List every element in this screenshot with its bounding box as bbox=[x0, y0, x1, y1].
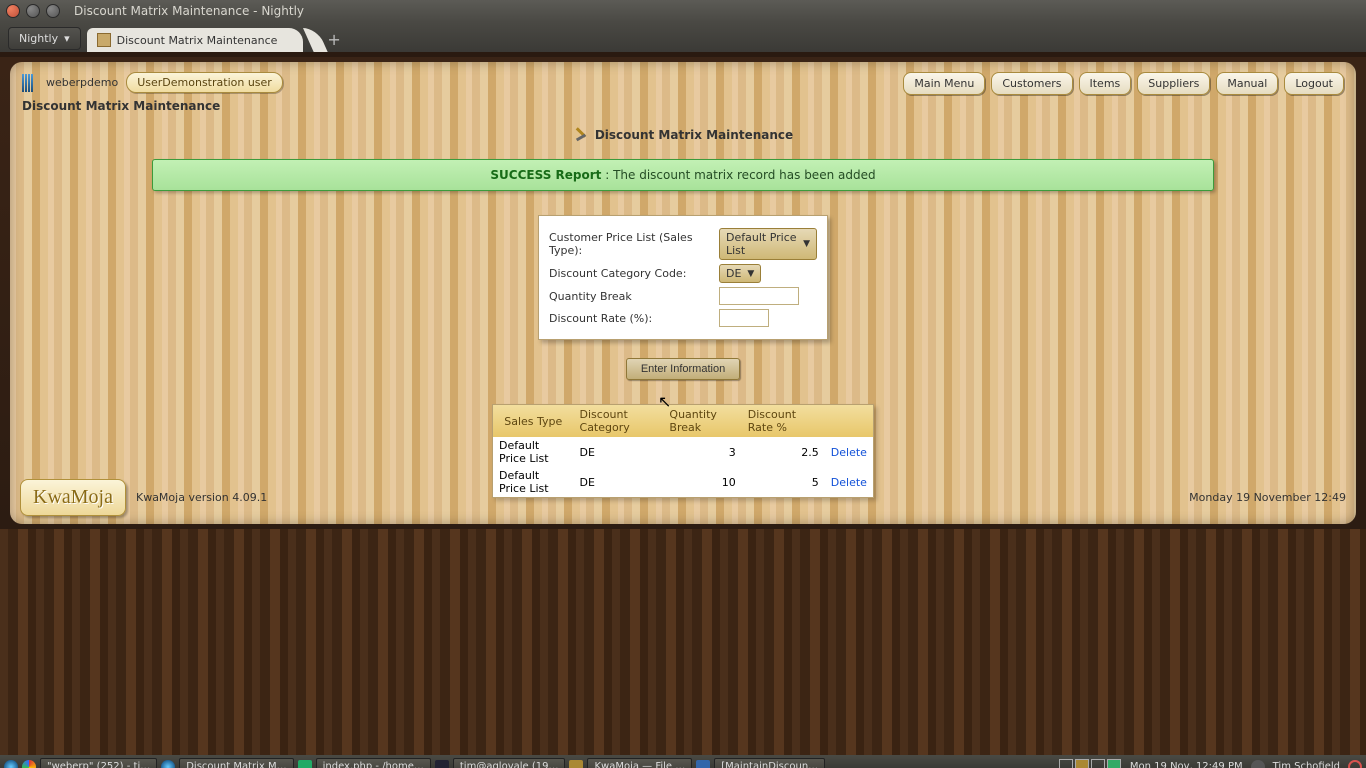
nav-customers[interactable]: Customers bbox=[991, 72, 1072, 95]
submit-button[interactable]: Enter Information bbox=[626, 358, 740, 380]
select-discount-category-value: DE bbox=[726, 267, 741, 280]
browser-menu-label: Nightly bbox=[19, 32, 58, 45]
window-maximize-icon[interactable] bbox=[46, 4, 60, 18]
tab-title: Discount Matrix Maintenance bbox=[117, 34, 278, 47]
nav-logout[interactable]: Logout bbox=[1284, 72, 1344, 95]
tools-icon bbox=[573, 127, 589, 143]
power-icon[interactable] bbox=[1348, 760, 1362, 768]
nav-buttons: Main Menu Customers Items Suppliers Manu… bbox=[903, 72, 1344, 95]
select-sales-type[interactable]: Default Price List ▼ bbox=[719, 228, 817, 260]
input-discount-rate[interactable] bbox=[719, 309, 769, 327]
browser-tabstrip: Nightly ▾ Discount Matrix Maintenance + bbox=[0, 22, 1366, 52]
nav-items[interactable]: Items bbox=[1079, 72, 1132, 95]
th-discount-category: Discount Category bbox=[574, 405, 664, 437]
app-container: weberpdemo UserDemonstration user Main M… bbox=[10, 62, 1356, 524]
kwamoja-logo[interactable]: KwaMoja bbox=[20, 479, 126, 516]
table-row: Default Price List DE 3 2.5 Delete bbox=[493, 437, 873, 467]
task-label: index.php - /home… bbox=[323, 761, 424, 768]
cell-sales-type: Default Price List bbox=[493, 437, 574, 467]
panel-clock[interactable]: Mon 19 Nov, 12:49 PM bbox=[1130, 761, 1243, 768]
success-message: SUCCESS Report : The discount matrix rec… bbox=[152, 159, 1214, 191]
task-label: "weberp" (252) - ti… bbox=[47, 761, 150, 768]
show-desktop-icon[interactable] bbox=[4, 760, 18, 768]
user-name: Demonstration user bbox=[162, 76, 272, 89]
task-button[interactable]: Discount Matrix M… bbox=[179, 758, 293, 768]
task-label: Discount Matrix M… bbox=[186, 761, 286, 768]
label-sales-type: Customer Price List (Sales Type): bbox=[549, 231, 719, 257]
chevron-down-icon: ▼ bbox=[803, 239, 810, 249]
task-button[interactable]: KwaMoja — File … bbox=[587, 758, 692, 768]
nav-suppliers[interactable]: Suppliers bbox=[1137, 72, 1210, 95]
chrome-icon[interactable] bbox=[22, 760, 36, 768]
window-title: Discount Matrix Maintenance - Nightly bbox=[74, 4, 304, 18]
os-titlebar: Discount Matrix Maintenance - Nightly bbox=[0, 0, 1366, 22]
user-badge[interactable]: UserDemonstration user bbox=[126, 72, 283, 93]
nav-manual[interactable]: Manual bbox=[1216, 72, 1278, 95]
window-close-icon[interactable] bbox=[6, 4, 20, 18]
chevron-down-icon: ▾ bbox=[64, 32, 70, 45]
select-discount-category[interactable]: DE ▼ bbox=[719, 264, 761, 283]
cell-rate: 2.5 bbox=[742, 437, 825, 467]
geany-icon[interactable] bbox=[298, 760, 312, 768]
cell-qb: 3 bbox=[663, 437, 741, 467]
browser-menu-button[interactable]: Nightly ▾ bbox=[8, 27, 81, 50]
task-button[interactable]: [MaintainDiscoun… bbox=[714, 758, 825, 768]
company-name: weberpdemo bbox=[46, 76, 118, 89]
th-quantity-break: Quantity Break bbox=[663, 405, 741, 437]
filemanager-icon[interactable] bbox=[569, 760, 583, 768]
window-minimize-icon[interactable] bbox=[26, 4, 40, 18]
task-label: KwaMoja — File … bbox=[594, 761, 685, 768]
cell-category: DE bbox=[574, 437, 664, 467]
input-quantity-break[interactable] bbox=[719, 287, 799, 305]
page-title-text: Discount Matrix Maintenance bbox=[595, 128, 793, 142]
task-label: tim@aglovale (19… bbox=[460, 761, 559, 768]
panel-user[interactable]: Tim Schofield bbox=[1273, 761, 1340, 768]
success-sep: : bbox=[601, 168, 613, 182]
version-text: KwaMoja version 4.09.1 bbox=[136, 491, 267, 504]
task-button[interactable]: "weberp" (252) - ti… bbox=[40, 758, 157, 768]
success-body: The discount matrix record has been adde… bbox=[613, 168, 876, 182]
select-sales-type-value: Default Price List bbox=[726, 231, 797, 257]
new-tab-button[interactable]: + bbox=[327, 30, 340, 49]
desktop-background bbox=[0, 529, 1366, 755]
os-panel: "weberp" (252) - ti… Discount Matrix M… … bbox=[0, 755, 1366, 768]
task-button[interactable]: index.php - /home… bbox=[316, 758, 431, 768]
firefox-icon[interactable] bbox=[161, 760, 175, 768]
terminal-icon[interactable] bbox=[435, 760, 449, 768]
task-label: [MaintainDiscoun… bbox=[721, 761, 818, 768]
favicon-icon bbox=[97, 33, 111, 47]
label-discount-category: Discount Category Code: bbox=[549, 267, 719, 280]
nav-main-menu[interactable]: Main Menu bbox=[903, 72, 985, 95]
chevron-down-icon: ▼ bbox=[747, 269, 754, 279]
task-button[interactable]: tim@aglovale (19… bbox=[453, 758, 566, 768]
form-card: Customer Price List (Sales Type): Defaul… bbox=[538, 215, 828, 340]
success-heading: SUCCESS Report bbox=[490, 168, 601, 182]
company-logo-icon bbox=[22, 74, 38, 92]
editor-icon[interactable] bbox=[696, 760, 710, 768]
user-menu-icon[interactable] bbox=[1251, 760, 1265, 768]
label-discount-rate: Discount Rate (%): bbox=[549, 312, 719, 325]
tray-icons[interactable] bbox=[1058, 759, 1122, 768]
footer-datetime: Monday 19 November 12:49 bbox=[1189, 491, 1346, 504]
delete-link[interactable]: Delete bbox=[831, 446, 867, 459]
th-sales-type: Sales Type bbox=[493, 405, 574, 437]
page-title: Discount Matrix Maintenance bbox=[12, 127, 1354, 143]
browser-tab-active[interactable]: Discount Matrix Maintenance bbox=[87, 28, 304, 52]
label-quantity-break: Quantity Break bbox=[549, 290, 719, 303]
user-prefix: User bbox=[137, 76, 162, 89]
breadcrumb: Discount Matrix Maintenance bbox=[12, 95, 1354, 121]
th-discount-rate: Discount Rate % bbox=[742, 405, 825, 437]
th-actions bbox=[825, 405, 873, 437]
